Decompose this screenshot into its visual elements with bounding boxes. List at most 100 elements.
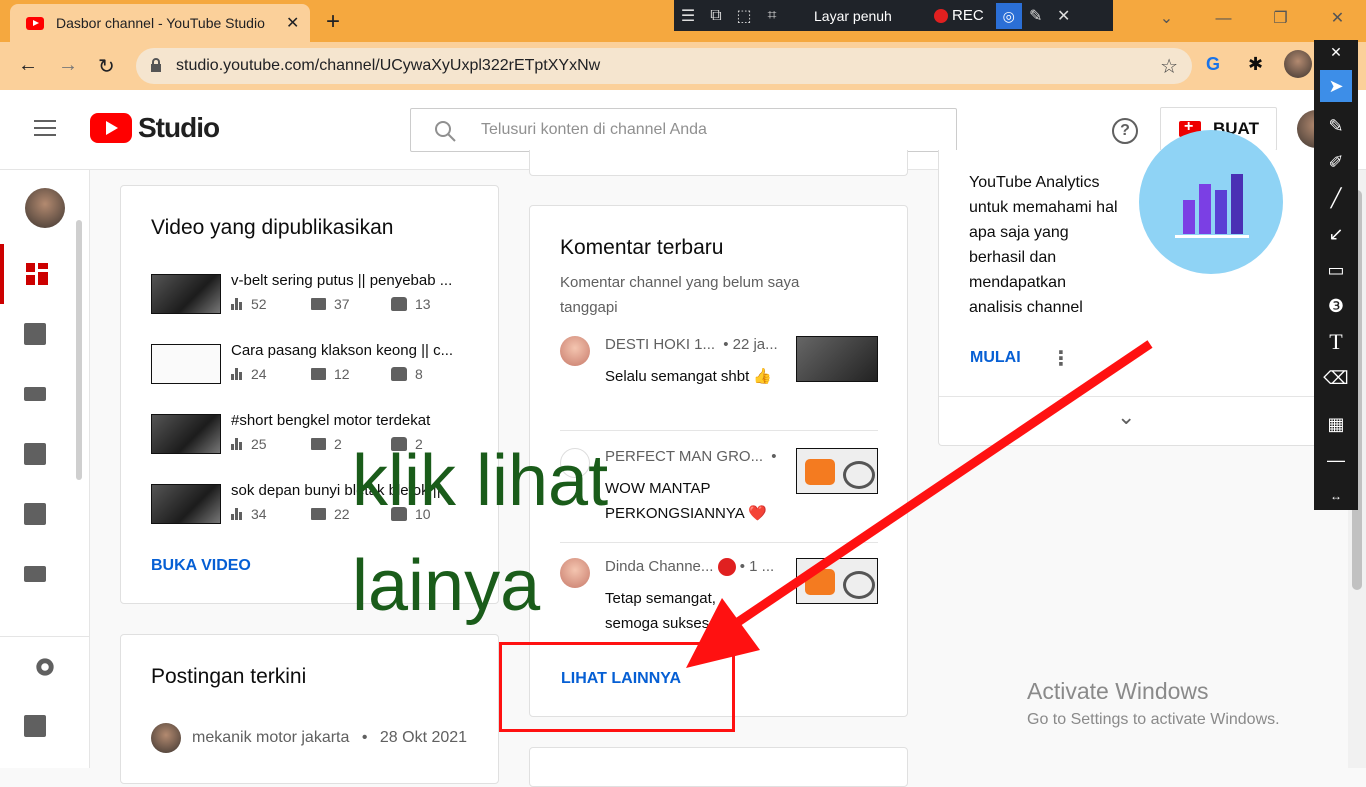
expand-chevron-icon[interactable]: ⌄ — [1117, 404, 1135, 430]
comment-meta: • 22 ja... — [723, 336, 778, 353]
recorder-close-icon[interactable]: ✕ — [1050, 6, 1078, 26]
comment-text: Tetap semangat, semoga sukses — [605, 590, 716, 632]
pen-resize-icon[interactable]: ↔ — [1320, 486, 1352, 506]
video-title[interactable]: #short bengkel motor terdekat — [231, 412, 469, 429]
recorder-window-icon[interactable]: ⧉ — [702, 7, 730, 25]
comment-icon — [311, 508, 326, 520]
comment-meta: • 1 ... — [739, 558, 775, 575]
pen-pattern-icon[interactable]: ▦ — [1320, 408, 1352, 440]
video-thumbnail[interactable] — [151, 274, 221, 314]
video-row[interactable]: Cara pasang klakson keong || c... 24 12 … — [151, 342, 481, 386]
sidebar-item-subtitles[interactable] — [0, 544, 70, 604]
video-title[interactable]: v-belt sering putus || penyebab ... — [231, 272, 469, 289]
likes-count: 13 — [415, 296, 431, 312]
analytics-icon — [24, 443, 46, 465]
forward-icon[interactable]: → — [58, 54, 78, 77]
commenter-avatar[interactable] — [560, 336, 590, 366]
divider — [939, 396, 1349, 397]
extensions-puzzle-icon[interactable]: ✱ — [1248, 54, 1263, 75]
tab-search-icon[interactable]: ⌄ — [1138, 0, 1195, 42]
comment-item[interactable]: DESTI HOKI 1... • 22 ja... Selalu semang… — [560, 336, 880, 416]
commenter-avatar[interactable] — [560, 558, 590, 588]
pen-text-icon[interactable]: T — [1320, 326, 1352, 358]
recent-comments-subtitle: Komentar channel yang belum saya tanggap… — [560, 274, 800, 316]
comment-icon — [311, 438, 326, 450]
restore-button[interactable]: ❐ — [1252, 0, 1309, 42]
recorder-rec-button[interactable]: REC — [934, 7, 984, 24]
pen-close-icon[interactable]: ✕ — [1320, 40, 1352, 64]
pen-eraser-icon[interactable]: ⌫ — [1320, 362, 1352, 394]
open-videos-link[interactable]: BUKA VIDEO — [151, 557, 251, 575]
more-options-icon[interactable]: ⋮ — [1051, 346, 1071, 371]
playlist-icon — [24, 387, 46, 401]
help-icon[interactable]: ? — [1112, 118, 1138, 144]
video-thumbnail[interactable] — [151, 484, 221, 524]
views-icon — [231, 298, 243, 310]
divider — [560, 542, 878, 543]
youtube-logo-icon — [90, 113, 132, 143]
start-analytics-link[interactable]: MULAI — [970, 349, 1021, 367]
channel-avatar[interactable] — [25, 188, 65, 228]
sidebar-scrollbar[interactable] — [76, 220, 82, 480]
new-tab-button[interactable]: + — [326, 8, 340, 36]
comment-item[interactable]: Dinda Channe... • 1 ... Tetap semangat, … — [560, 558, 880, 638]
sidebar-item-analytics[interactable] — [0, 424, 70, 484]
url-field[interactable]: studio.youtube.com/channel/UCywaXyUxpl32… — [136, 48, 1192, 84]
close-window-button[interactable]: ✕ — [1309, 0, 1366, 42]
post-author-avatar[interactable] — [151, 723, 181, 753]
bookmark-star-icon[interactable]: ☆ — [1160, 54, 1178, 79]
post-author[interactable]: mekanik motor jakarta — [192, 729, 349, 746]
sidebar-item-settings[interactable] — [0, 636, 90, 696]
pen-marker-icon[interactable]: ✐ — [1320, 146, 1352, 178]
comment-video-thumbnail[interactable] — [796, 336, 878, 382]
post-separator: • — [361, 729, 368, 746]
commenter-name[interactable]: Dinda Channe... — [605, 558, 713, 575]
commenter-name[interactable]: DESTI HOKI 1... — [605, 336, 715, 353]
sidebar-item-dashboard[interactable] — [0, 244, 70, 304]
window-controls: ⌄ — ❐ ✕ — [1138, 0, 1366, 42]
feedback-icon — [24, 715, 46, 737]
sidebar-item-content[interactable] — [0, 304, 70, 364]
video-row[interactable]: v-belt sering putus || penyebab ... 52 3… — [151, 272, 481, 316]
views-count: 25 — [251, 436, 267, 452]
pen-line-icon[interactable]: ╱ — [1320, 182, 1352, 214]
pen-arrow-icon[interactable]: ↙ — [1320, 218, 1352, 250]
recorder-region-icon[interactable]: ⬚ — [730, 6, 758, 26]
search-input[interactable]: Telusuri konten di channel Anda — [410, 108, 957, 152]
commenter-name[interactable]: PERFECT MAN GRO... — [605, 448, 763, 465]
sidebar-item-comments[interactable] — [0, 484, 70, 544]
comment-video-thumbnail[interactable] — [796, 558, 878, 604]
recorder-pen-icon[interactable]: ✎ — [1022, 6, 1050, 26]
hamburger-menu-icon[interactable] — [34, 120, 56, 136]
pen-pencil-icon[interactable]: ✎ — [1320, 110, 1352, 142]
pen-rectangle-icon[interactable]: ▭ — [1320, 254, 1352, 286]
profile-avatar[interactable] — [1284, 50, 1312, 78]
like-icon — [391, 297, 407, 311]
video-thumbnail[interactable] — [151, 414, 221, 454]
recorder-crop-icon[interactable]: ⌗ — [758, 7, 786, 25]
comment-video-thumbnail[interactable] — [796, 448, 878, 494]
next-card-edge — [529, 747, 908, 787]
tab-title: Dasbor channel - YouTube Studio — [56, 15, 265, 31]
recent-posts-title: Postingan terkini — [151, 665, 307, 688]
tab-close-icon[interactable]: ✕ — [286, 13, 299, 33]
activate-title: Activate Windows — [1027, 678, 1209, 704]
recorder-menu-icon[interactable]: ☰ — [674, 6, 702, 26]
minimize-button[interactable]: — — [1195, 0, 1252, 42]
video-title[interactable]: Cara pasang klakson keong || c... — [231, 342, 469, 359]
published-videos-card: Video yang dipublikasikan v-belt sering … — [120, 185, 499, 604]
pen-cursor-icon[interactable]: ➤ — [1320, 70, 1352, 102]
back-icon[interactable]: ← — [18, 54, 38, 77]
studio-logo[interactable]: Studio — [90, 112, 220, 144]
video-thumbnail[interactable] — [151, 344, 221, 384]
recorder-fullscreen-label[interactable]: Layar penuh — [814, 8, 934, 24]
browser-tab[interactable]: Dasbor channel - YouTube Studio ✕ — [10, 4, 310, 42]
reload-icon[interactable]: ↻ — [98, 54, 115, 79]
sidebar-item-feedback[interactable] — [0, 696, 70, 756]
pen-stroke-icon[interactable]: — — [1320, 444, 1352, 476]
previous-card-edge — [529, 150, 908, 176]
recorder-webcam-icon[interactable]: ◎ — [995, 2, 1022, 29]
translate-extension-icon[interactable]: G — [1206, 54, 1220, 75]
pen-numbering-icon[interactable]: ❸ — [1320, 290, 1352, 322]
sidebar-item-playlists[interactable] — [0, 364, 70, 424]
